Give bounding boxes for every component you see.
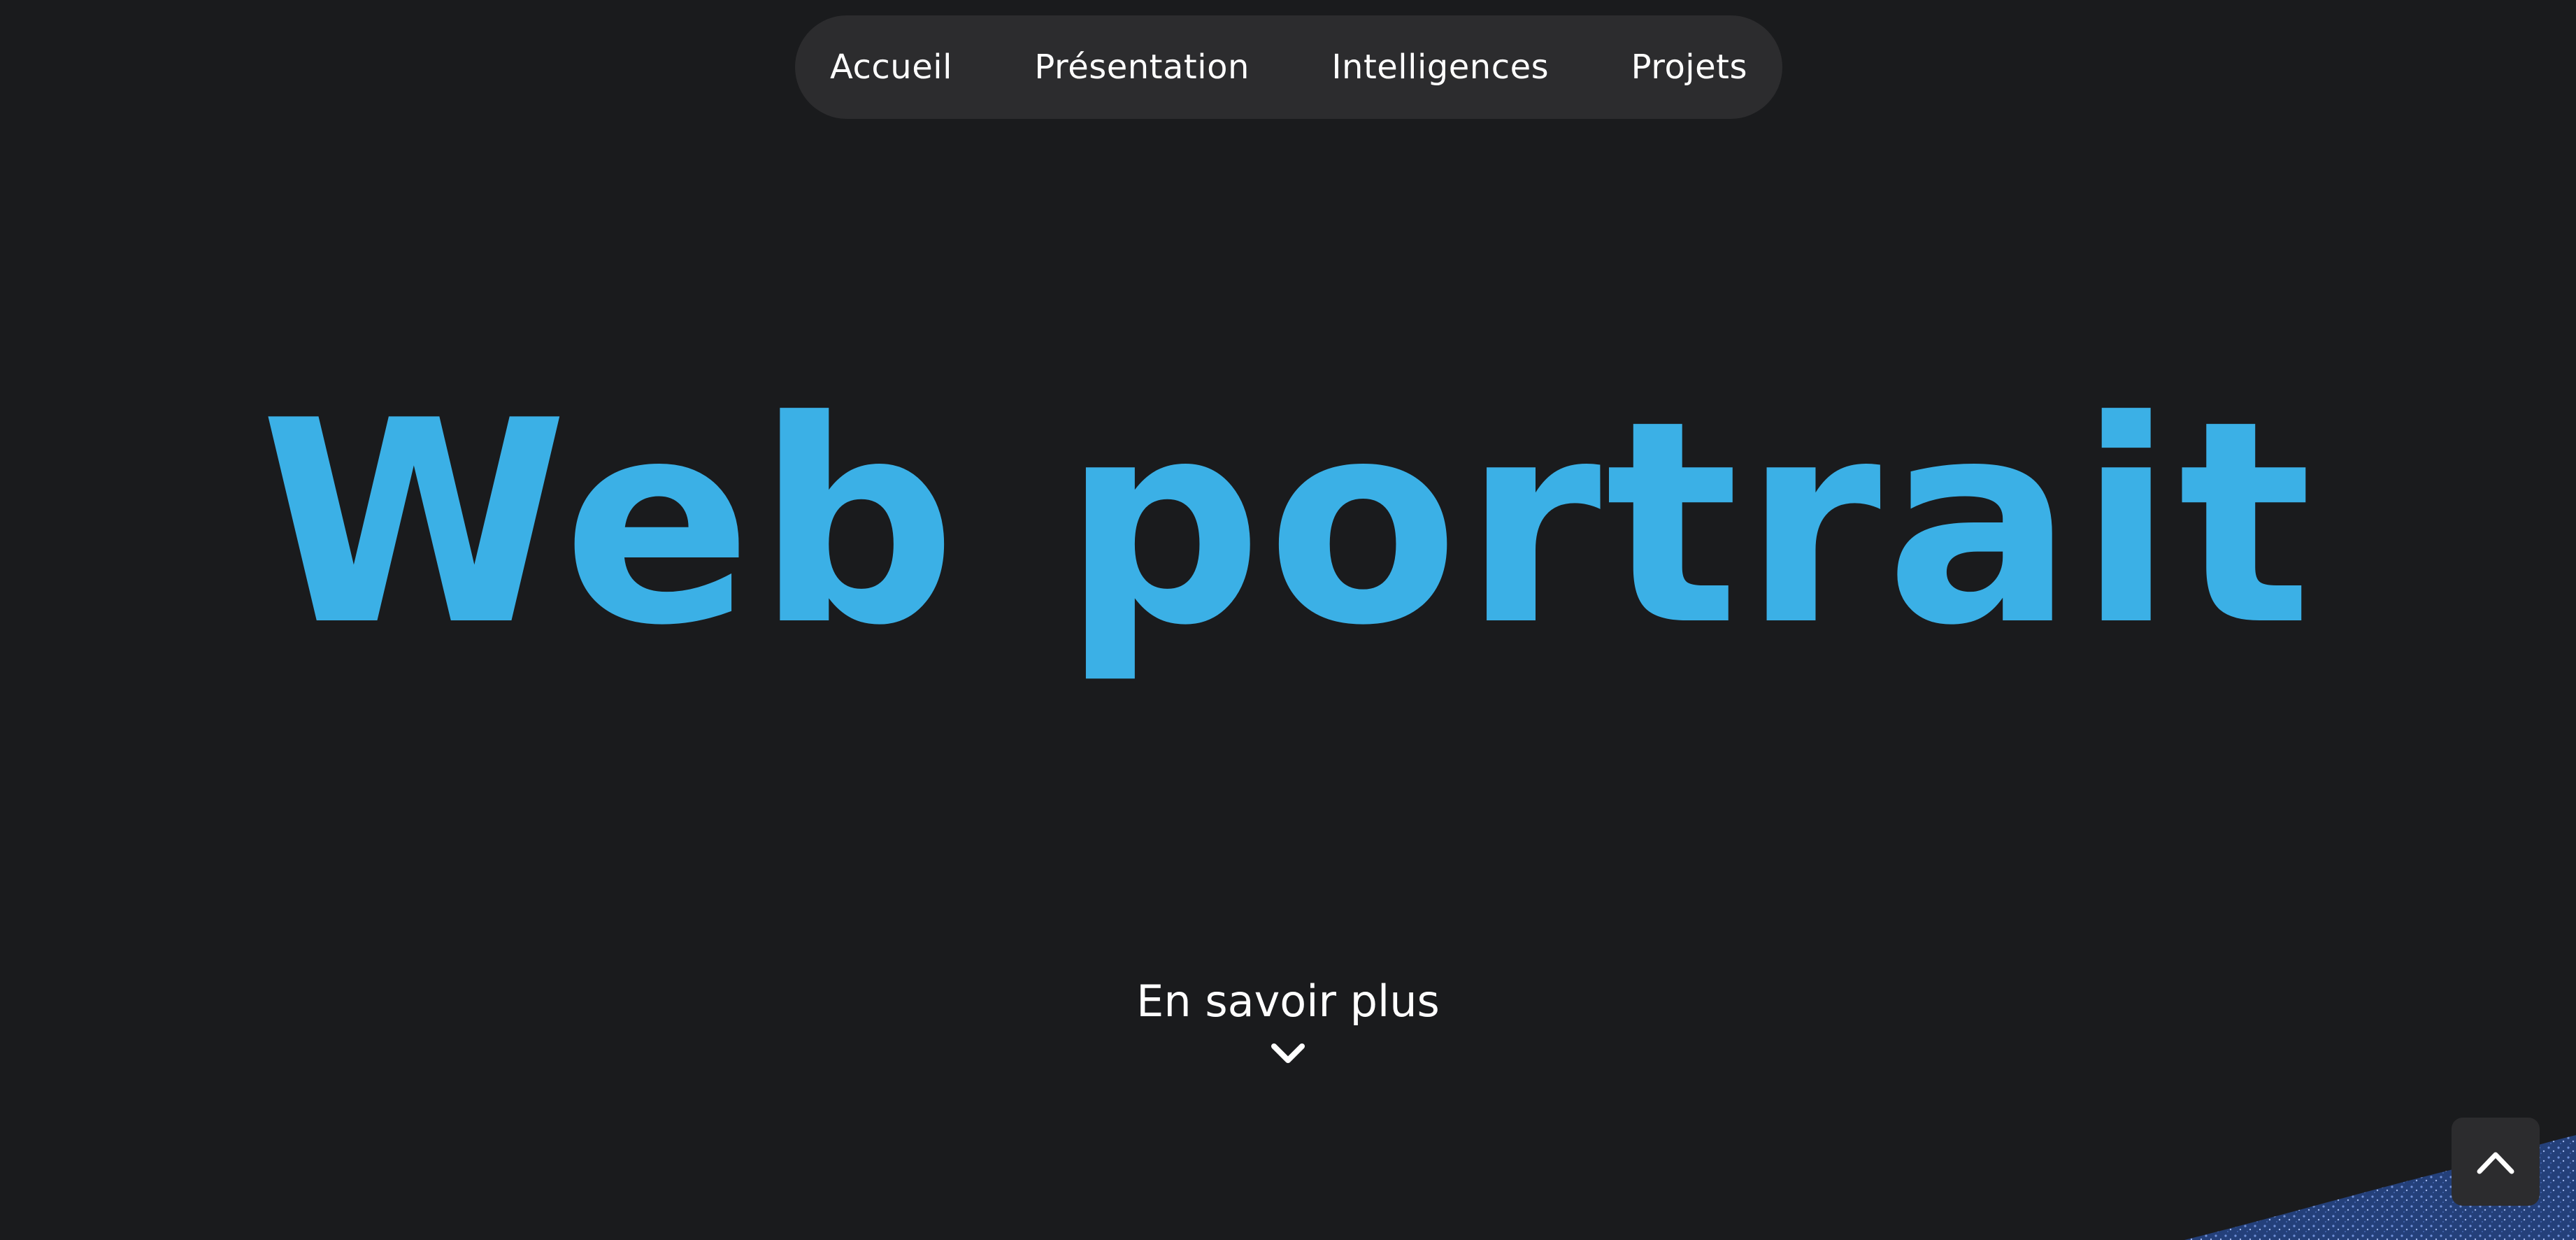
nav-item-accueil[interactable]: Accueil [830,48,952,87]
page: Accueil Présentation Intelligences Proje… [0,0,2576,1240]
main-nav: Accueil Présentation Intelligences Proje… [795,15,1782,119]
hero-title: Web portrait [259,362,2317,687]
nav-item-intelligences[interactable]: Intelligences [1331,48,1549,87]
nav-item-presentation[interactable]: Présentation [1034,48,1249,87]
learn-more-link[interactable]: En savoir plus [1078,976,1498,1067]
chevron-down-icon [1271,1043,1305,1063]
learn-more-label: En savoir plus [1136,976,1440,1027]
nav-item-projets[interactable]: Projets [1631,48,1747,87]
chevron-up-icon [2477,1152,2514,1174]
back-to-top-button[interactable] [2452,1118,2540,1206]
